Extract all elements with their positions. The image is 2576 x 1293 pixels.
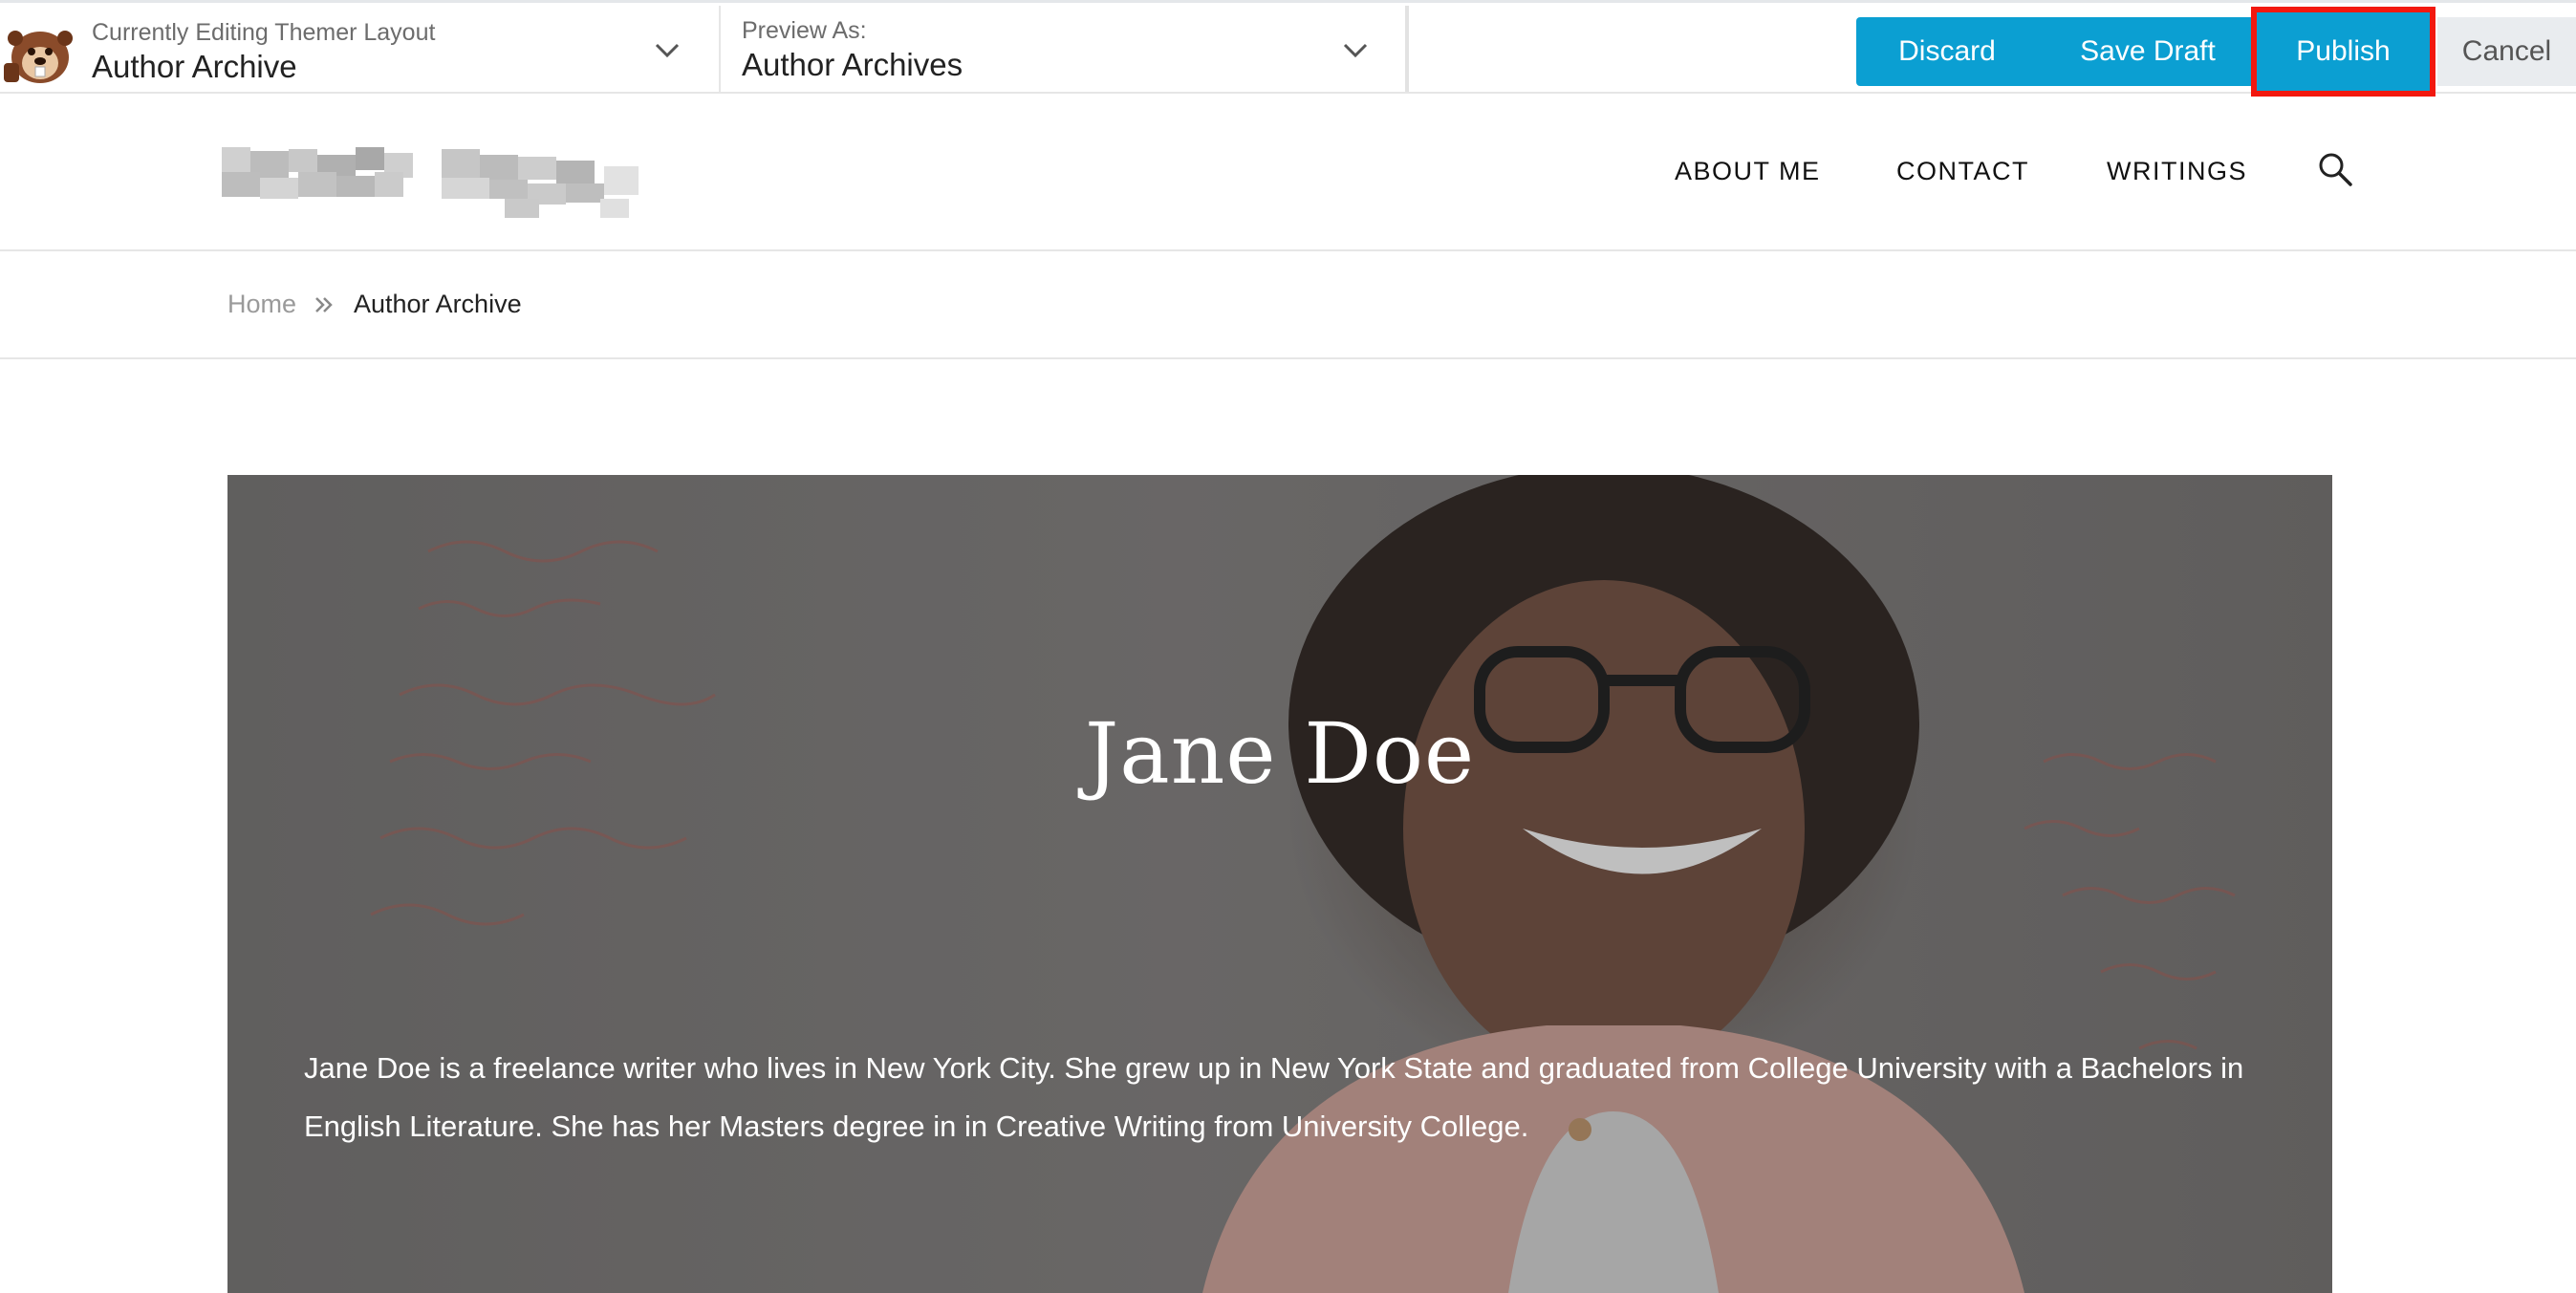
preview-as-label: Preview As: <box>742 17 867 44</box>
layout-selector[interactable]: Currently Editing Themer Layout Author A… <box>0 6 721 92</box>
chevron-down-icon[interactable] <box>654 42 681 59</box>
builder-toolbar: Currently Editing Themer Layout Author A… <box>0 0 2576 97</box>
cancel-button[interactable]: Cancel <box>2437 17 2576 86</box>
double-chevron-right-icon <box>315 297 333 312</box>
nav-contact[interactable]: CONTACT <box>1896 157 2029 195</box>
layout-selector-value: Author Archive <box>92 49 297 84</box>
discard-button[interactable]: Discard <box>1856 17 2038 86</box>
author-name-heading: Jane Doe <box>1084 704 1476 803</box>
save-draft-button[interactable]: Save Draft <box>2038 17 2258 86</box>
publish-highlight-box: Publish <box>2251 7 2435 97</box>
layout-selector-label: Currently Editing Themer Layout <box>92 19 436 46</box>
breadcrumb: Home Author Archive <box>0 251 2576 359</box>
publish-button[interactable]: Publish <box>2257 12 2430 91</box>
site-logo-blurred[interactable] <box>222 147 646 224</box>
nav-writings[interactable]: WRITINGS <box>2107 157 2247 195</box>
chevron-down-icon[interactable] <box>1342 42 1369 59</box>
nav-about-me[interactable]: ABOUT ME <box>1675 157 1821 195</box>
site-header: ABOUT ME CONTACT WRITINGS <box>0 94 2576 251</box>
toolbar-action-group: Discard Save Draft <box>1856 17 2258 86</box>
breadcrumb-current: Author Archive <box>354 290 522 318</box>
search-icon[interactable] <box>2317 151 2353 187</box>
preview-as-selector[interactable]: Preview As: Author Archives <box>721 6 1409 92</box>
author-bio: Jane Doe is a freelance writer who lives… <box>304 1051 2244 1143</box>
breadcrumb-home-link[interactable]: Home <box>227 290 296 319</box>
preview-as-value: Author Archives <box>742 47 963 82</box>
beaver-logo-icon <box>4 31 73 83</box>
hero-dark-overlay <box>227 475 2332 1293</box>
author-hero: Jane Doe Jane Doe is a freelance writer … <box>227 475 2332 1293</box>
